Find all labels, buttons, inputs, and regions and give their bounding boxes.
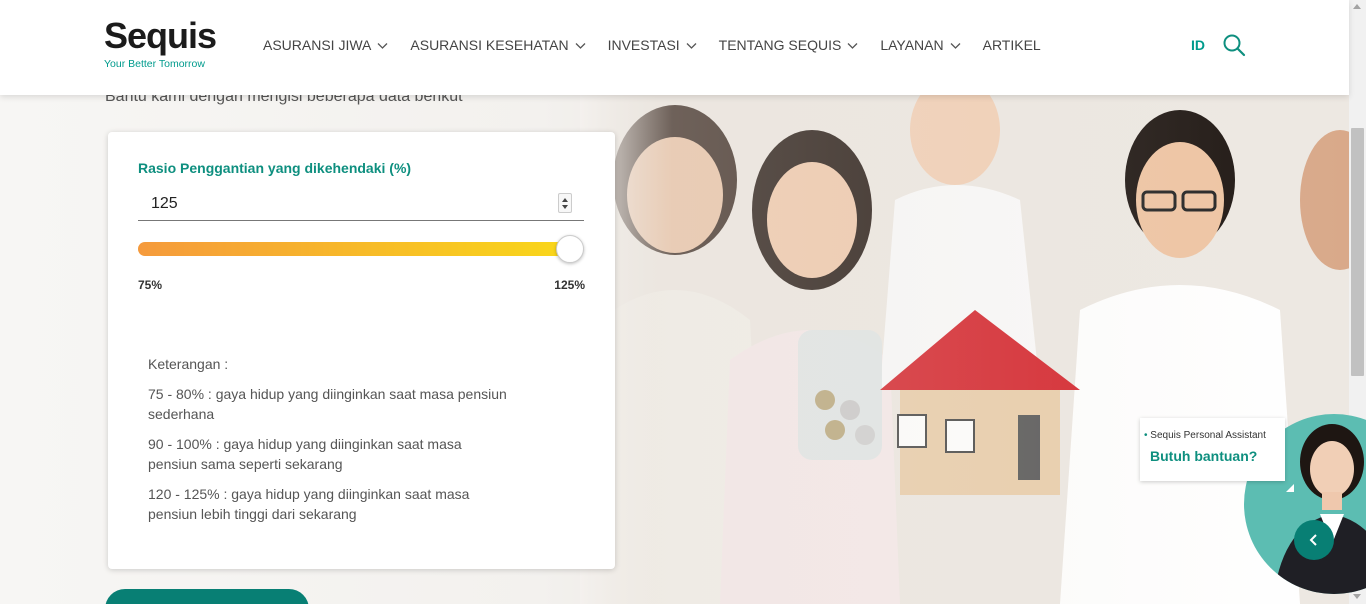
nav-item-asuransi-jiwa[interactable]: ASURANSI JIWA xyxy=(263,36,388,54)
scroll-up-icon[interactable] xyxy=(1353,4,1361,9)
scrollbar-thumb[interactable] xyxy=(1351,128,1364,376)
retirement-ratio-card: Rasio Penggantian yang dikehendaki (%) 7… xyxy=(108,132,615,569)
number-stepper[interactable] xyxy=(558,193,572,213)
main-nav: ASURANSI JIWA ASURANSI KESEHATAN INVESTA… xyxy=(263,36,1063,54)
slider-handle[interactable] xyxy=(556,235,584,263)
nav-item-layanan[interactable]: LAYANAN xyxy=(880,36,961,54)
sequis-logo[interactable]: Sequis Your Better Tomorrow xyxy=(104,15,217,71)
nav-item-artikel[interactable]: ARTIKEL xyxy=(983,36,1041,54)
slider-fill xyxy=(138,242,570,256)
replacement-ratio-field xyxy=(138,190,584,221)
assistant-title-row: • Sequis Personal Assistant xyxy=(1144,430,1266,441)
site-header: Sequis Your Better Tomorrow ASURANSI JIW… xyxy=(0,0,1349,95)
bubble-tail xyxy=(1286,484,1294,492)
chevron-down-icon xyxy=(686,42,697,49)
note-line: 120 - 125% : gaya hidup yang diinginkan … xyxy=(148,486,470,522)
assistant-title: Sequis Personal Assistant xyxy=(1150,430,1266,441)
replacement-ratio-label: Rasio Penggantian yang dikehendaki (%) xyxy=(138,160,412,176)
slider-max-label: 125% xyxy=(554,278,585,292)
notes-header: Keterangan : xyxy=(148,356,229,372)
nav-item-investasi[interactable]: INVESTASI xyxy=(608,36,697,54)
stepper-down-icon[interactable] xyxy=(562,205,568,209)
note-line: 90 - 100% : gaya hidup yang diinginkan s… xyxy=(148,436,462,472)
nav-item-asuransi-kesehatan[interactable]: ASURANSI KESEHATAN xyxy=(410,36,586,54)
replacement-ratio-input[interactable] xyxy=(138,190,538,218)
assistant-toggle-button[interactable] xyxy=(1294,520,1334,560)
logo-wordmark: Sequis xyxy=(104,15,217,56)
notes-section: Keterangan : 75 - 80% : gaya hidup yang … xyxy=(148,354,508,534)
assistant-cta: Butuh bantuan? xyxy=(1150,448,1258,464)
next-button[interactable] xyxy=(105,589,309,604)
scroll-down-icon[interactable] xyxy=(1353,594,1361,599)
chevron-down-icon xyxy=(377,42,388,49)
slider-min-label: 75% xyxy=(138,278,163,292)
chevron-down-icon xyxy=(950,42,961,49)
stepper-up-icon[interactable] xyxy=(562,198,568,202)
nav-item-label: ARTIKEL xyxy=(982,37,1041,53)
search-icon[interactable] xyxy=(1222,33,1246,57)
assistant-bubble[interactable]: • Sequis Personal Assistant Butuh bantua… xyxy=(1140,418,1285,481)
nav-item-label: INVESTASI xyxy=(607,37,680,53)
nav-item-label: LAYANAN xyxy=(880,37,944,53)
chevron-down-icon xyxy=(847,42,858,49)
nav-item-tentang-sequis[interactable]: TENTANG SEQUIS xyxy=(719,36,859,54)
language-switch[interactable]: ID xyxy=(1191,37,1205,53)
chevron-left-icon xyxy=(1309,534,1317,546)
nav-item-label: ASURANSI JIWA xyxy=(263,37,372,53)
family-photo xyxy=(580,60,1349,604)
note-line: 75 - 80% : gaya hidup yang diinginkan sa… xyxy=(148,386,507,422)
replacement-ratio-slider[interactable] xyxy=(138,235,584,263)
logo-tagline: Your Better Tomorrow xyxy=(104,58,205,70)
chevron-down-icon xyxy=(575,42,586,49)
nav-item-label: ASURANSI KESEHATAN xyxy=(410,37,569,53)
nav-item-label: TENTANG SEQUIS xyxy=(718,37,842,53)
